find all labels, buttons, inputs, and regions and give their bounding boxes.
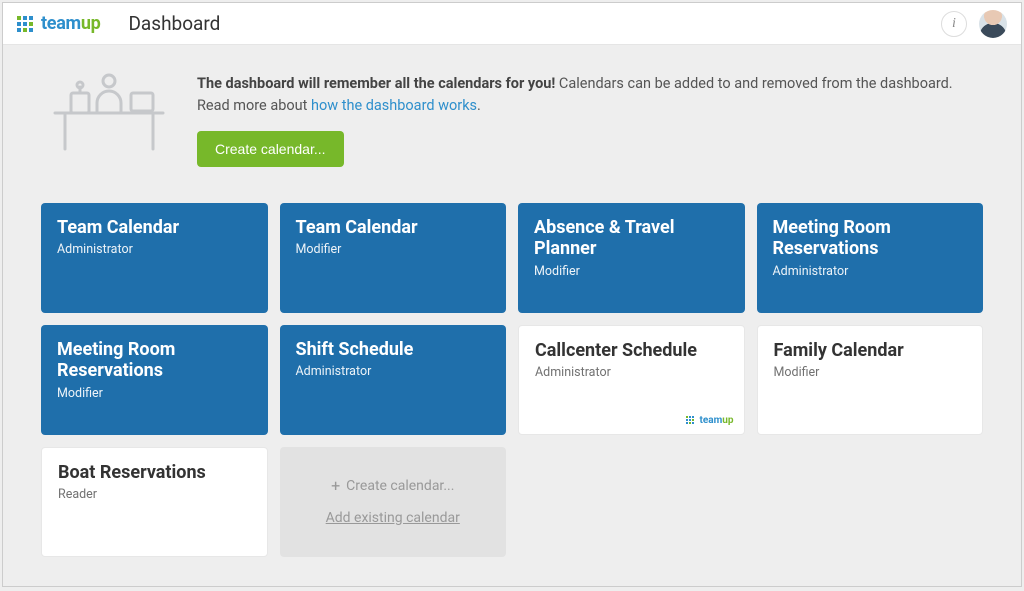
logo-text: teamup <box>41 13 100 34</box>
calendar-card-role: Administrator <box>773 264 968 279</box>
teamup-badge-icon: teamup <box>686 415 733 426</box>
info-icon: i <box>952 16 956 32</box>
calendar-card[interactable]: Meeting Room Reservations Administrator <box>757 203 984 313</box>
calendar-card-title: Meeting Room Reservations <box>773 217 968 260</box>
calendar-card[interactable]: Shift Schedule Administrator <box>280 325 507 435</box>
calendar-card-role: Administrator <box>57 242 252 257</box>
calendar-card[interactable]: Meeting Room Reservations Modifier <box>41 325 268 435</box>
logo[interactable]: teamup <box>17 13 100 34</box>
calendar-card[interactable]: Family Calendar Modifier <box>757 325 984 435</box>
create-calendar-button[interactable]: Create calendar... <box>197 131 344 167</box>
calendar-card[interactable]: Absence & Travel Planner Modifier <box>518 203 745 313</box>
info-button[interactable]: i <box>941 11 967 37</box>
avatar[interactable] <box>979 10 1007 38</box>
calendar-card[interactable]: Callcenter Schedule Administrator teamup <box>518 325 745 435</box>
calendar-card-role: Administrator <box>296 364 491 379</box>
topbar: teamup Dashboard i <box>3 3 1021 45</box>
intro-bold: The dashboard will remember all the cale… <box>197 75 555 92</box>
create-card: + Create calendar... Add existing calendar <box>280 447 507 557</box>
calendar-card-role: Modifier <box>774 365 967 380</box>
calendar-card-role: Modifier <box>57 386 252 401</box>
calendar-card-role: Modifier <box>534 264 729 279</box>
create-calendar-tile-button[interactable]: + Create calendar... <box>331 478 454 494</box>
calendar-card-role: Modifier <box>296 242 491 257</box>
calendar-card-title: Family Calendar <box>774 340 967 362</box>
create-calendar-tile-label: Create calendar... <box>346 478 454 494</box>
desk-illustration-icon <box>49 73 169 157</box>
page-title: Dashboard <box>128 12 220 35</box>
calendar-card-role: Administrator <box>535 365 728 380</box>
plus-icon: + <box>331 478 340 494</box>
intro-text: The dashboard will remember all the cale… <box>197 73 957 117</box>
calendar-card[interactable]: Team Calendar Modifier <box>280 203 507 313</box>
calendar-card[interactable]: Team Calendar Administrator <box>41 203 268 313</box>
calendar-card-title: Meeting Room Reservations <box>57 339 252 382</box>
calendar-card-title: Team Calendar <box>296 217 491 239</box>
calendar-card[interactable]: Boat Reservations Reader <box>41 447 268 557</box>
calendar-card-title: Absence & Travel Planner <box>534 217 729 260</box>
calendar-card-role: Reader <box>58 487 251 502</box>
calendar-card-title: Team Calendar <box>57 217 252 239</box>
logo-mark-icon <box>17 16 37 32</box>
how-dashboard-works-link[interactable]: how the dashboard works <box>311 97 477 114</box>
calendar-card-title: Boat Reservations <box>58 462 251 484</box>
calendar-card-title: Callcenter Schedule <box>535 340 728 362</box>
add-existing-calendar-link[interactable]: Add existing calendar <box>326 510 460 526</box>
calendar-card-title: Shift Schedule <box>296 339 491 361</box>
